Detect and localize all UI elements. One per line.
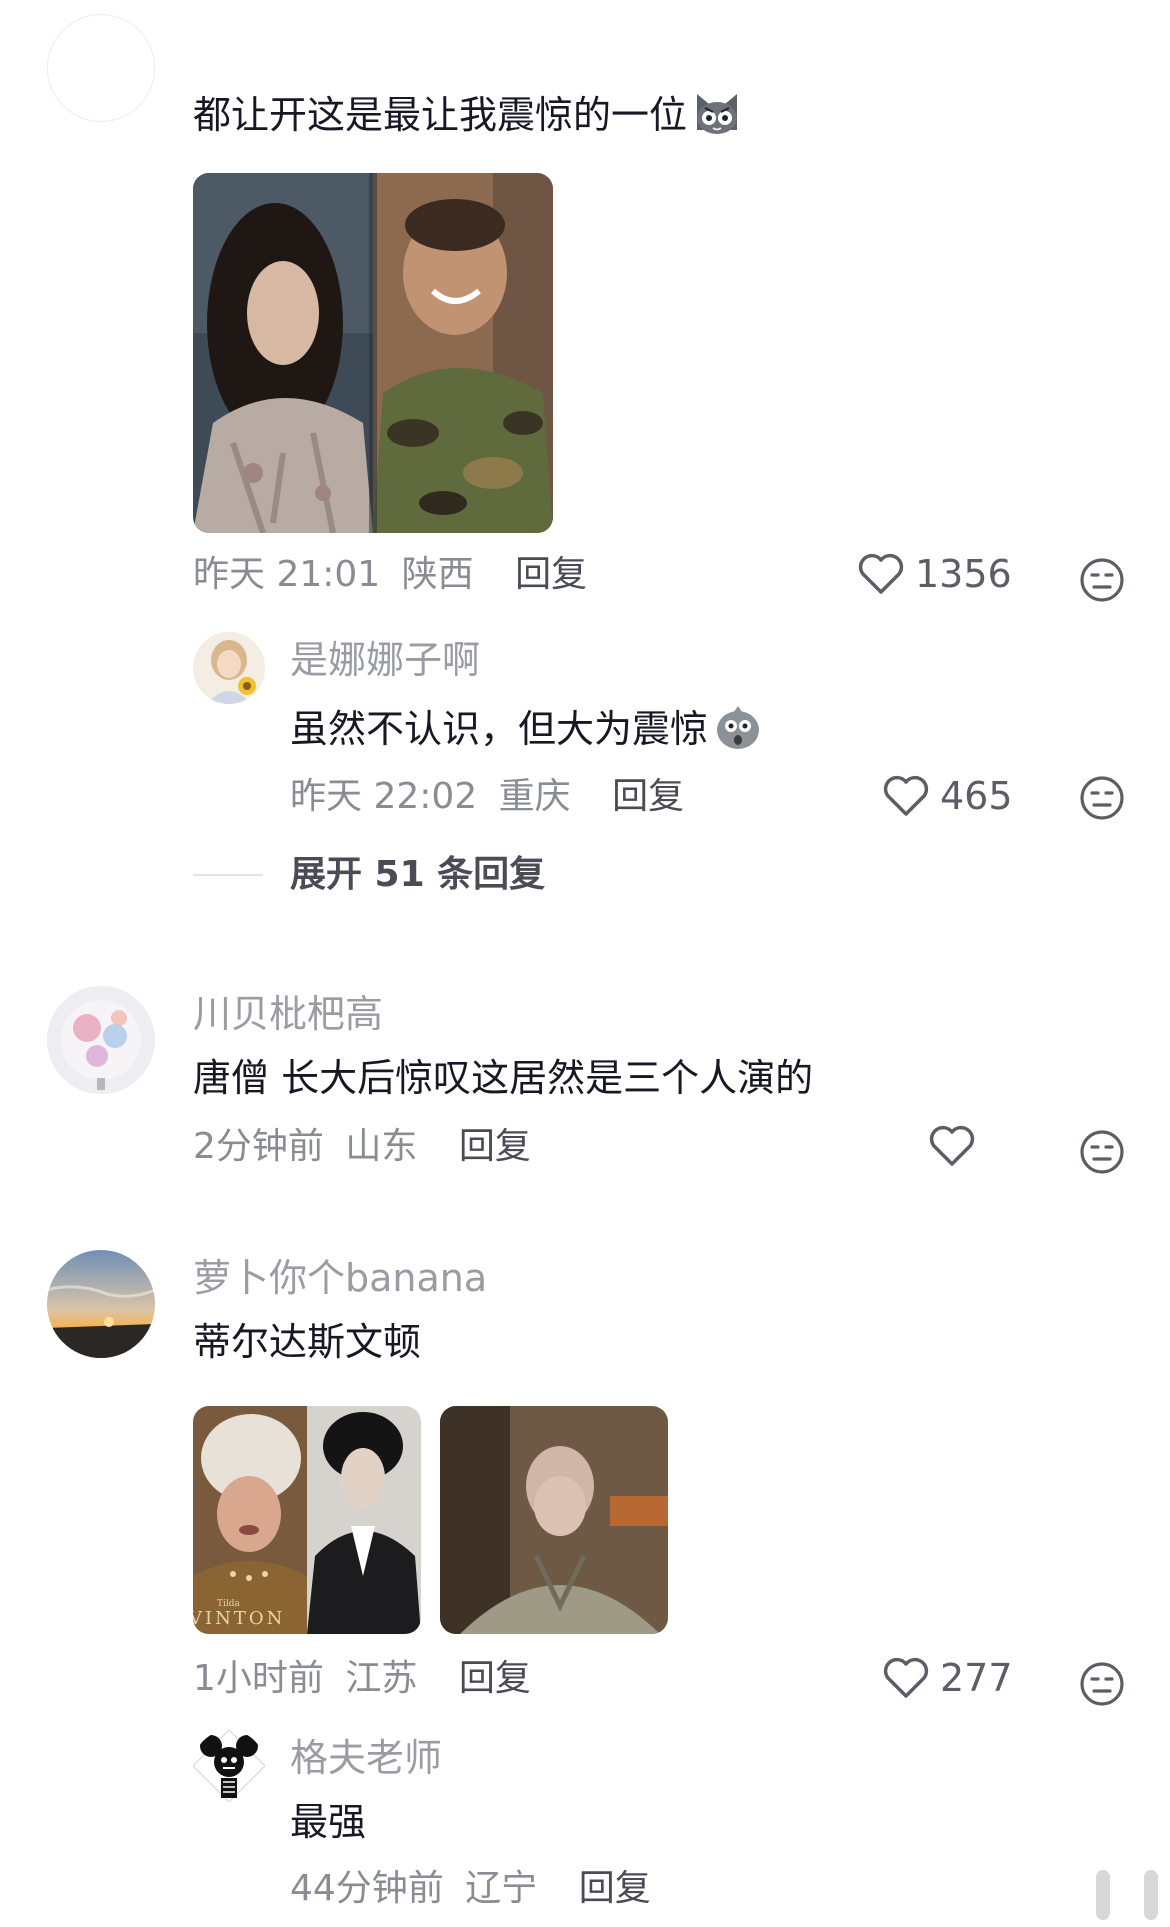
like-button[interactable]: 277 (882, 1656, 1013, 1700)
comment-image[interactable] (193, 173, 553, 533)
comment-location: 陕西 (401, 554, 474, 595)
comment-avatar[interactable] (47, 14, 155, 122)
comment-text: 唐僧 长大后惊叹这居然是三个人演的 (193, 1056, 814, 1100)
dislike-face-icon[interactable] (1078, 1128, 1126, 1176)
heart-outline-icon (883, 775, 929, 816)
shocked-emoji-icon (712, 700, 764, 763)
cat-emoji-icon (691, 86, 743, 149)
comment-text: 都让开这是最让我震惊的一位 (193, 86, 743, 149)
reply-avatar[interactable] (193, 632, 265, 704)
like-button[interactable] (928, 1124, 986, 1168)
dislike-face-icon[interactable] (1078, 774, 1126, 822)
expand-divider (193, 874, 263, 876)
reply-button[interactable]: 回复 (515, 554, 587, 595)
dislike-face-icon[interactable] (1078, 1660, 1126, 1708)
reply-meta: 44分钟前 辽宁 回复 (290, 1866, 651, 1912)
comment-time: 2分钟前 (193, 1126, 324, 1167)
reply-time: 昨天 22:02 (290, 776, 478, 817)
scroll-indicator[interactable] (1096, 1870, 1110, 1920)
reply-button[interactable]: 回复 (579, 1868, 651, 1909)
like-count: 1356 (915, 552, 1012, 596)
comment-time: 1小时前 (193, 1658, 324, 1699)
comment-avatar[interactable] (47, 1250, 155, 1358)
reply-button[interactable]: 回复 (612, 776, 684, 817)
heart-outline-icon (858, 553, 904, 594)
like-count: 277 (940, 1656, 1013, 1700)
reply-button[interactable]: 回复 (459, 1658, 531, 1699)
comment-meta: 2分钟前 山东 回复 (193, 1124, 531, 1170)
comment-avatar[interactable] (47, 986, 155, 1094)
reply-username[interactable]: 格夫老师 (290, 1734, 442, 1782)
comment-location: 山东 (345, 1126, 418, 1167)
dislike-face-icon[interactable] (1078, 556, 1126, 604)
comment-image[interactable] (440, 1406, 668, 1634)
reply-username[interactable]: 是娜娜子啊 (290, 636, 480, 684)
reply-location: 重庆 (498, 776, 571, 817)
comment-location: 江苏 (345, 1658, 418, 1699)
comment-text: 蒂尔达斯文顿 (193, 1320, 422, 1364)
reply-avatar[interactable] (193, 1730, 265, 1802)
comment-meta: 昨天 21:01 陕西 回复 (193, 552, 587, 598)
reply-meta: 昨天 22:02 重庆 回复 (290, 774, 684, 820)
reply-location: 辽宁 (465, 1868, 538, 1909)
like-button[interactable]: 1356 (857, 552, 1012, 596)
comment-username[interactable]: 萝卜你个banana (193, 1254, 487, 1302)
heart-outline-icon (929, 1125, 975, 1166)
scroll-indicator[interactable] (1144, 1870, 1158, 1920)
like-count: 465 (940, 774, 1013, 818)
comment-meta: 1小时前 江苏 回复 (193, 1656, 531, 1702)
comment-username[interactable]: 川贝枇杷高 (193, 990, 383, 1038)
comment-image[interactable]: Tilda VINTON (193, 1406, 421, 1634)
reply-text: 虽然不认识，但大为震惊 (290, 700, 764, 763)
heart-outline-icon (883, 1657, 929, 1698)
reply-time: 44分钟前 (290, 1868, 444, 1909)
reply-text: 最强 (290, 1800, 367, 1844)
reply-button[interactable]: 回复 (459, 1126, 531, 1167)
image-caption: VINTON (193, 1608, 285, 1629)
like-button[interactable]: 465 (882, 774, 1013, 818)
expand-replies-button[interactable]: 展开 51 条回复 (290, 852, 545, 898)
comment-time: 昨天 21:01 (193, 554, 381, 595)
